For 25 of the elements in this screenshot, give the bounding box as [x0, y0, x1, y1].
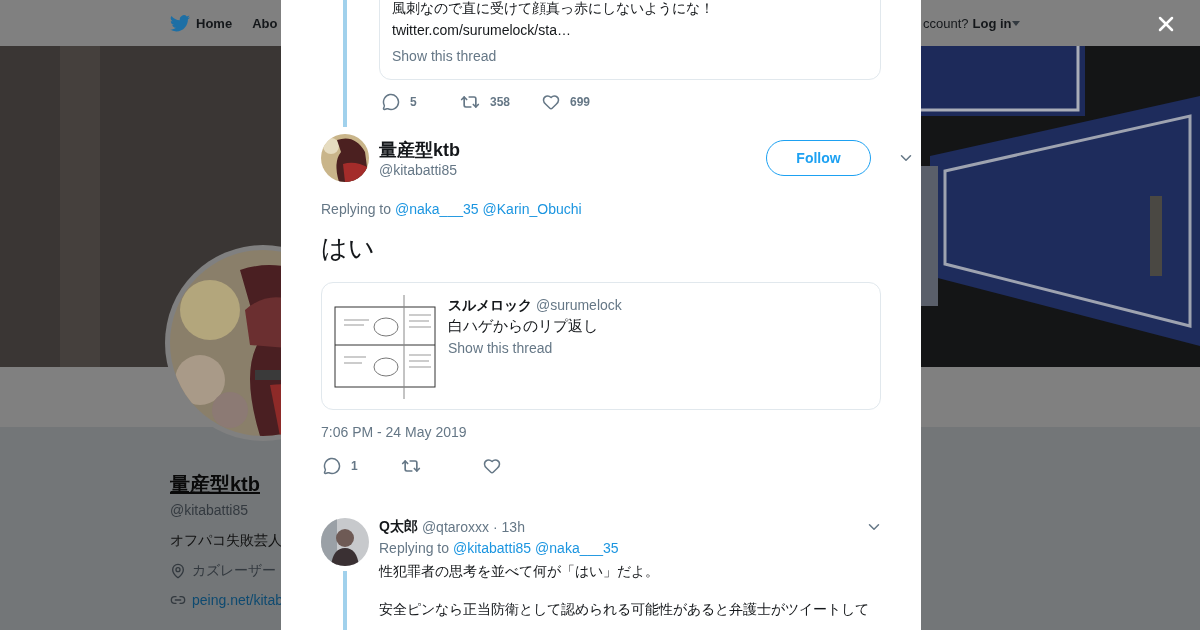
caret-icon	[1011, 20, 1020, 26]
profile-handle: @kitabatti85	[170, 502, 249, 518]
reply-text: 性犯罪者の思考を並べて何が「はい」だよ。	[379, 562, 659, 581]
profile-name[interactable]: 量産型ktb	[170, 471, 260, 498]
reply-author-handle: @qtaroxxx	[421, 519, 489, 535]
reply-text: 安全ピンなら正当防衛として認められる可能性があると弁護士がツイートして	[379, 600, 869, 619]
mention-link[interactable]: @naka___35	[535, 540, 619, 556]
reply-time: · 13h	[493, 519, 525, 535]
reply-count: 1	[351, 459, 358, 473]
login-link[interactable]: Log in	[972, 15, 1020, 31]
profile-bio: オフパコ失敗芸人	[170, 532, 282, 550]
nav-link[interactable]: Home	[170, 14, 233, 32]
reply-button[interactable]	[323, 457, 341, 475]
mention-link[interactable]: @kitabatti85	[453, 540, 532, 556]
account-prompt: ccount?	[923, 15, 969, 31]
reply-author-name[interactable]: Q太郎	[379, 518, 418, 536]
like-button[interactable]	[483, 457, 501, 475]
nav-link[interactable]: Abo	[252, 15, 278, 31]
replying-label: Replying to	[379, 540, 450, 556]
quoted-tweet-link: twitter.com/surumelock/sta…	[392, 21, 572, 40]
bird-icon	[170, 14, 190, 32]
tweet-timestamp: 7:06 PM - 24 May 2019	[321, 424, 467, 440]
location-icon	[170, 563, 186, 579]
quoted-tweet-text: 風刺なので直に受けて顔真っ赤にしないようにな！	[392, 0, 715, 18]
profile-location: カズレーザー	[192, 562, 276, 580]
